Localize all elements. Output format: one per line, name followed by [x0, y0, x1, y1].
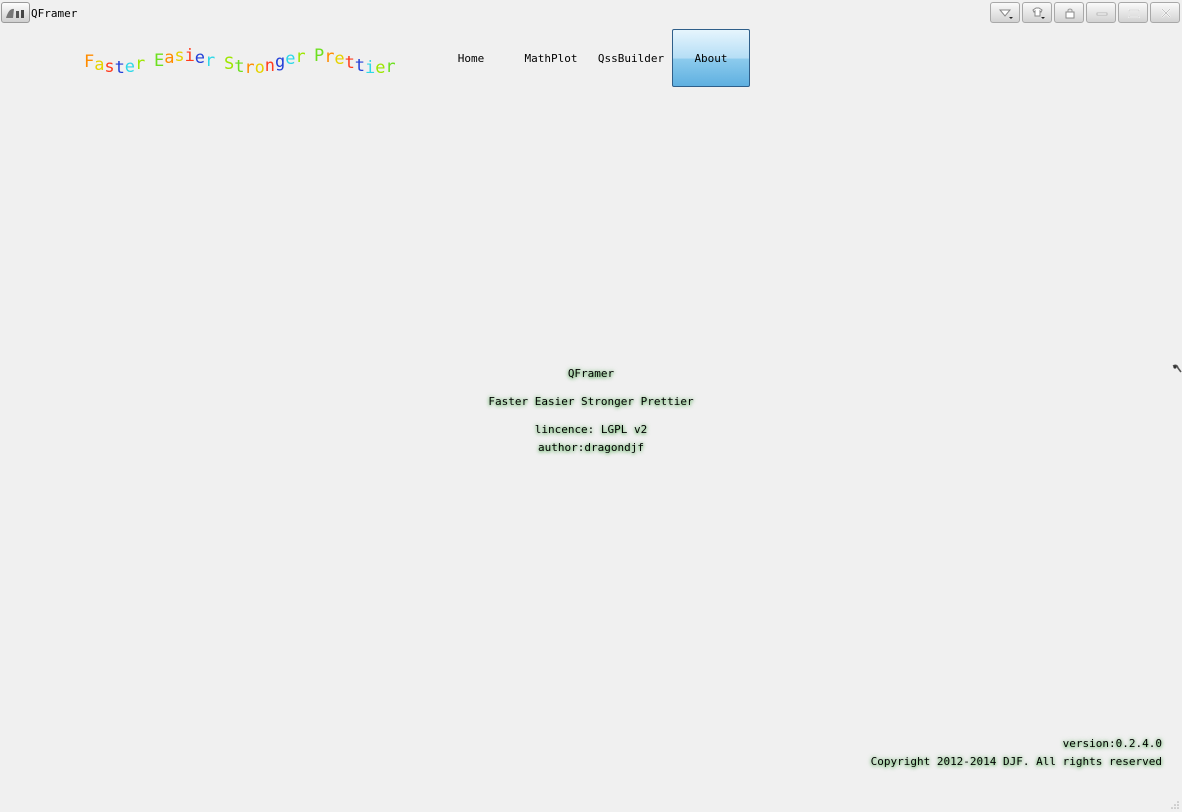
version-label: version:0.2.4.0	[1062, 737, 1162, 750]
nav-qssbuilder[interactable]: QssBuilder	[592, 29, 670, 87]
tagline-letter: E	[154, 51, 165, 72]
maximize-icon	[1128, 9, 1140, 18]
lock-icon	[1065, 8, 1075, 19]
about-licence: lincence: LGPL v2	[534, 423, 648, 436]
about-title: QFramer	[567, 367, 615, 380]
side-handle-icon[interactable]	[1172, 363, 1182, 377]
tagline-letter: e	[124, 56, 136, 77]
window-title: QFramer	[31, 7, 78, 20]
tagline-letter: t	[354, 55, 366, 76]
lock-button[interactable]	[1054, 2, 1084, 23]
dropdown-arrow-icon	[998, 9, 1013, 19]
tagline-letter: r	[324, 46, 335, 67]
header-tagline: FasterEasierStrongerPrettier	[84, 44, 414, 80]
tagline-letter: r	[244, 57, 255, 78]
tagline-letter: S	[224, 53, 235, 74]
minimize-button[interactable]	[1086, 2, 1116, 23]
main-nav: Home MathPlot QssBuilder About	[432, 29, 752, 87]
copyright-label: Copyright 2012-2014 DJF. All rights rese…	[870, 755, 1162, 768]
minimize-icon	[1096, 12, 1108, 16]
nav-about[interactable]: About	[672, 29, 750, 87]
tagline-letter: a	[94, 55, 105, 76]
nav-home[interactable]: Home	[432, 29, 510, 87]
maximize-button[interactable]	[1118, 2, 1148, 23]
tagline-letter: r	[205, 50, 216, 71]
app-logo-button[interactable]	[1, 2, 30, 23]
tagline-letter: t	[344, 52, 355, 73]
tagline-letter: i	[184, 46, 195, 67]
tagline-letter: a	[164, 48, 175, 69]
about-tagline: Faster Easier Stronger Prettier	[488, 395, 694, 408]
tagline-letter: s	[104, 57, 115, 78]
tagline-letter: e	[285, 49, 296, 70]
tagline-letter: g	[275, 52, 286, 73]
tagline-letter: o	[254, 57, 265, 78]
window-controls	[990, 2, 1180, 23]
tagline-letter: r	[295, 46, 306, 67]
tagline-letter: t	[114, 57, 125, 78]
tagline-letter: r	[385, 56, 396, 77]
tagline-letter: F	[84, 52, 95, 72]
shirt-icon	[1032, 7, 1045, 19]
tagline-letter: t	[234, 56, 245, 77]
close-icon	[1161, 8, 1171, 18]
tagline-letter: s	[174, 46, 185, 67]
tagline-letter: n	[264, 55, 276, 76]
tagline-letter: r	[135, 54, 146, 75]
style-menu-button[interactable]	[1022, 2, 1052, 23]
nav-mathplot[interactable]: MathPlot	[512, 29, 590, 87]
tagline-letter: e	[375, 57, 386, 78]
skin-menu-button[interactable]	[990, 2, 1020, 23]
tagline-letter: i	[365, 57, 376, 78]
close-button[interactable]	[1150, 2, 1180, 23]
about-author: author:dragondjf	[538, 441, 644, 454]
tagline-letter: P	[314, 46, 325, 66]
resize-grip-icon[interactable]	[1170, 800, 1180, 810]
tagline-letter: e	[334, 49, 345, 70]
logo-icon	[6, 8, 24, 18]
tagline-letter: e	[194, 47, 206, 68]
